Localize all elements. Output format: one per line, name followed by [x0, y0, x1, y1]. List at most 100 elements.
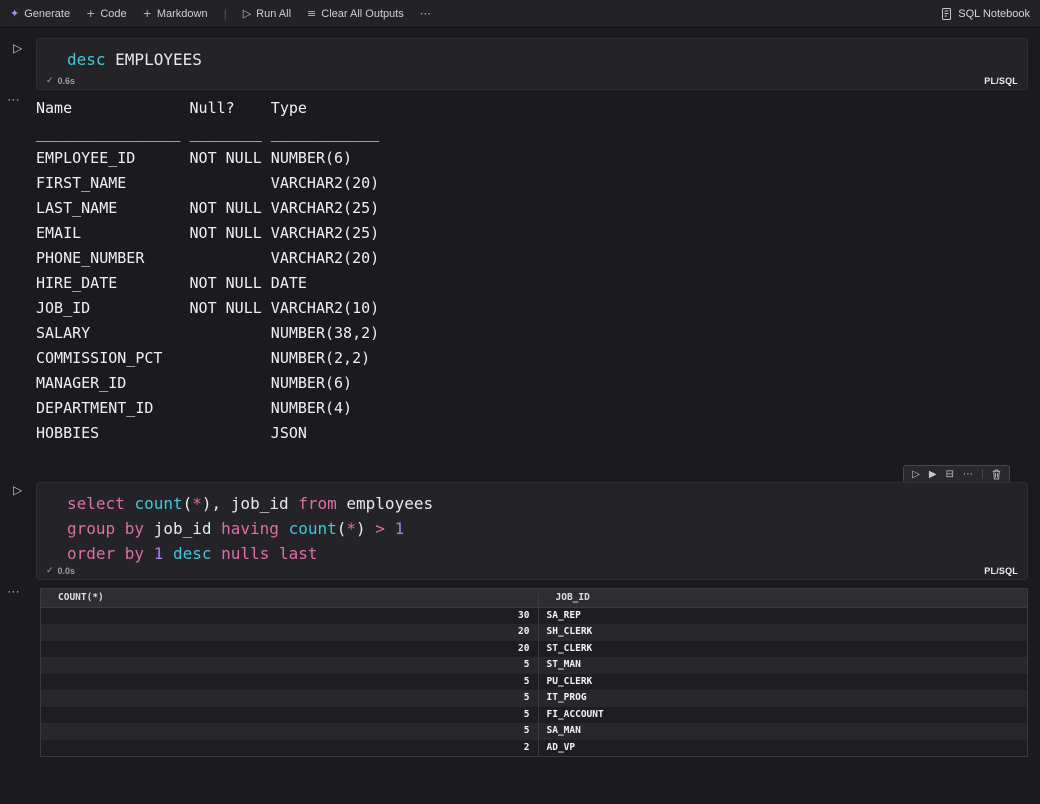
code-cell-2[interactable]: select count(*), job_id from employeesgr…: [36, 482, 1028, 580]
grid-cell[interactable]: 20: [41, 624, 538, 641]
code-cell-1[interactable]: desc EMPLOYEES ✓ 0.6s PL/SQL: [36, 38, 1028, 90]
run-cell-icon[interactable]: ▷: [912, 469, 920, 480]
grid-row[interactable]: 30SA_REP: [41, 607, 1027, 624]
clear-outputs-icon: ≡: [307, 7, 316, 20]
grid-row[interactable]: 2AD_VP: [41, 740, 1027, 757]
grid-cell[interactable]: ST_CLERK: [538, 641, 1027, 658]
run-cell-1-button[interactable]: ▷: [13, 41, 22, 55]
grid-cell[interactable]: SA_REP: [538, 607, 1027, 624]
code-token: count: [289, 519, 337, 538]
grid-cell[interactable]: 5: [41, 690, 538, 707]
grid-column-header[interactable]: COUNT(*): [41, 589, 538, 607]
notebook-toolbar: ✦ Generate + Code + Markdown | ▷ Run All…: [0, 0, 1040, 28]
grid-cell[interactable]: AD_VP: [538, 740, 1027, 757]
grid-header-row: COUNT(*)JOB_ID: [41, 589, 1027, 607]
code-line: select count(*), job_id from employees: [67, 491, 1027, 516]
cell-2-language-badge: PL/SQL: [984, 566, 1018, 576]
delete-cell-icon[interactable]: [992, 469, 1001, 480]
grid-cell[interactable]: 2: [41, 740, 538, 757]
code-token: EMPLOYEES: [106, 50, 202, 69]
grid-row[interactable]: 5PU_CLERK: [41, 674, 1027, 691]
success-check-icon: ✓: [46, 75, 54, 86]
code-token: (: [183, 494, 193, 513]
grid-cell[interactable]: 5: [41, 723, 538, 740]
code-token: desc: [173, 544, 212, 563]
clear-all-outputs-label: Clear All Outputs: [321, 8, 404, 20]
code-line: group by job_id having count(*) > 1: [67, 516, 1027, 541]
code-token: [144, 544, 154, 563]
run-below-icon[interactable]: ▶: [929, 469, 937, 480]
grid-cell[interactable]: SH_CLERK: [538, 624, 1027, 641]
code-token: *: [346, 519, 356, 538]
plus-icon: +: [86, 7, 95, 20]
run-all-label: Run All: [256, 8, 291, 20]
clear-all-outputs-button[interactable]: ≡ Clear All Outputs: [307, 7, 404, 20]
code-token: group by: [67, 519, 144, 538]
code-line: desc EMPLOYEES: [67, 47, 1027, 72]
grid-row[interactable]: 5FI_ACCOUNT: [41, 707, 1027, 724]
grid-cell[interactable]: SA_MAN: [538, 723, 1027, 740]
code-token: desc: [67, 50, 106, 69]
toolbar-more-button[interactable]: ⋯: [420, 7, 431, 20]
grid-row[interactable]: 5ST_MAN: [41, 657, 1027, 674]
code-editor-2[interactable]: select count(*), job_id from employeesgr…: [37, 483, 1027, 566]
cell-1-language-badge: PL/SQL: [984, 76, 1018, 86]
sql-notebook-label: SQL Notebook: [958, 8, 1030, 20]
code-token: nulls last: [221, 544, 317, 563]
generate-button[interactable]: ✦ Generate: [10, 7, 70, 20]
grid-row[interactable]: 5IT_PROG: [41, 690, 1027, 707]
add-code-button[interactable]: + Code: [86, 7, 127, 20]
code-token: , job_id: [212, 494, 299, 513]
run-all-button[interactable]: ▷ Run All: [243, 7, 291, 20]
plus-icon: +: [143, 7, 152, 20]
code-token: having: [221, 519, 279, 538]
code-editor-1[interactable]: desc EMPLOYEES: [37, 39, 1027, 72]
output-2-more-button[interactable]: ⋯: [7, 585, 21, 600]
more-actions-icon[interactable]: ⋯: [963, 469, 973, 480]
grid-cell[interactable]: IT_PROG: [538, 690, 1027, 707]
cell-2-status: ✓ 0.0s: [46, 565, 75, 576]
cell-1-elapsed: 0.6s: [58, 76, 76, 86]
grid-cell[interactable]: FI_ACCOUNT: [538, 707, 1027, 724]
success-check-icon: ✓: [46, 565, 54, 576]
cell-2-elapsed: 0.0s: [58, 566, 76, 576]
code-token: ): [202, 494, 212, 513]
add-markdown-label: Markdown: [157, 8, 208, 20]
cell-1-footer: ✓ 0.6s PL/SQL: [46, 75, 1018, 86]
grid-row[interactable]: 5SA_MAN: [41, 723, 1027, 740]
notebook-icon: [941, 8, 952, 20]
code-token: [366, 519, 376, 538]
code-token: *: [192, 494, 202, 513]
grid-cell[interactable]: 20: [41, 641, 538, 658]
play-icon: ▷: [243, 7, 251, 20]
grid-cell[interactable]: 5: [41, 707, 538, 724]
toolbar-divider: |: [224, 7, 227, 21]
result-grid: COUNT(*)JOB_ID 30SA_REP20SH_CLERK20ST_CL…: [41, 589, 1027, 756]
cell-2-footer: ✓ 0.0s PL/SQL: [46, 565, 1018, 576]
code-token: employees: [337, 494, 433, 513]
sql-notebook-page: ✦ Generate + Code + Markdown | ▷ Run All…: [0, 0, 1040, 804]
sql-notebook-menu[interactable]: SQL Notebook: [941, 8, 1030, 20]
run-cell-2-button[interactable]: ▷: [13, 483, 22, 497]
grid-cell[interactable]: 30: [41, 607, 538, 624]
collapse-output-icon[interactable]: ⊟: [946, 469, 954, 480]
code-token: [279, 519, 289, 538]
more-icon: ⋯: [420, 7, 431, 20]
grid-cell[interactable]: 5: [41, 674, 538, 691]
grid-cell[interactable]: ST_MAN: [538, 657, 1027, 674]
action-bar-divider: [982, 469, 983, 479]
grid-cell[interactable]: 5: [41, 657, 538, 674]
code-token: 1: [154, 544, 164, 563]
add-markdown-button[interactable]: + Markdown: [143, 7, 208, 20]
add-code-label: Code: [100, 8, 126, 20]
output-1-more-button[interactable]: ⋯: [7, 93, 21, 108]
grid-column-header[interactable]: JOB_ID: [538, 589, 1027, 607]
code-token: [163, 544, 173, 563]
code-line: order by 1 desc nulls last: [67, 541, 1027, 566]
result-grid-panel: COUNT(*)JOB_ID 30SA_REP20SH_CLERK20ST_CL…: [40, 588, 1028, 757]
code-token: order by: [67, 544, 144, 563]
grid-row[interactable]: 20ST_CLERK: [41, 641, 1027, 658]
grid-row[interactable]: 20SH_CLERK: [41, 624, 1027, 641]
describe-output: Name Null? Type ________________ _______…: [36, 96, 379, 446]
grid-cell[interactable]: PU_CLERK: [538, 674, 1027, 691]
